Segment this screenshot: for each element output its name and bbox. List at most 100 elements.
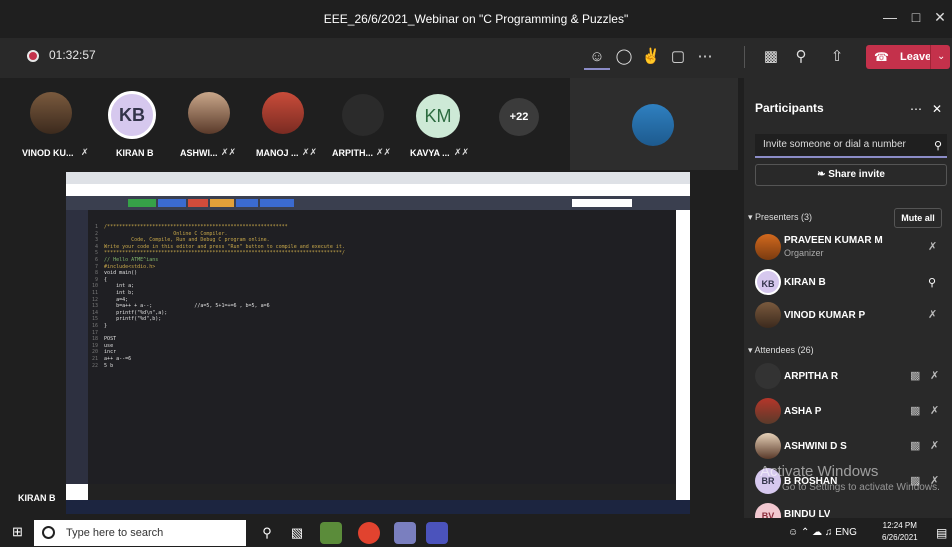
- shared-taskbar: [66, 500, 690, 514]
- app-icon[interactable]: [394, 522, 416, 544]
- avatar: KB: [755, 269, 781, 295]
- participant-name[interactable]: KIRAN B: [784, 277, 826, 288]
- section-header: Presenters (3): [755, 212, 813, 222]
- mic-icon[interactable]: ⚲: [256, 522, 278, 544]
- mic-off-icon: ✗: [930, 440, 940, 452]
- code-line: 7 #include<stdio.h>: [92, 263, 156, 270]
- avatar[interactable]: [262, 92, 304, 134]
- avatar[interactable]: KB: [108, 91, 156, 139]
- code-line: 14 printf("%d\n",a);: [92, 309, 168, 316]
- participant-name: KAVYA ...: [410, 148, 450, 158]
- notification-icon[interactable]: ▤: [936, 526, 947, 540]
- panel-title: Participants: [755, 101, 824, 115]
- reactions-icon[interactable]: ✌: [638, 44, 664, 70]
- teams-icon[interactable]: [426, 522, 448, 544]
- code-line: 9 {: [92, 276, 108, 283]
- minimize-icon[interactable]: —: [880, 9, 900, 25]
- code-line: 21 a++ a--=6: [92, 356, 132, 362]
- avatar[interactable]: [342, 94, 384, 136]
- attendees-section-toggle[interactable]: ▾ Attendees (26): [748, 345, 814, 356]
- code-line: 22 5 b: [92, 362, 114, 369]
- avatar[interactable]: [188, 92, 230, 134]
- recording-icon: [27, 50, 39, 62]
- participant-name[interactable]: ASHA P: [784, 406, 821, 417]
- code-line: 17: [92, 329, 105, 336]
- section-header: Attendees (26): [754, 345, 814, 355]
- participant-name[interactable]: BINDU LV: [784, 509, 830, 518]
- code-line: 10 int a;: [92, 283, 135, 290]
- run-button: [128, 199, 156, 207]
- tray-icons[interactable]: ⌃ ☁ ♫: [801, 527, 835, 538]
- phone-hangup-icon: ☎: [874, 50, 889, 64]
- spreadsheet-app-icon[interactable]: [320, 522, 342, 544]
- code-line: 1 /*************************************…: [92, 224, 288, 230]
- mic-on-icon: ⚲: [928, 277, 937, 289]
- taskbar-search-input[interactable]: Type here to search: [34, 520, 246, 546]
- presenters-section-toggle[interactable]: ▾ Presenters (3): [748, 212, 812, 223]
- mic-off-icon: ✗✗: [302, 147, 318, 157]
- maximize-icon[interactable]: □: [906, 9, 926, 25]
- code-line: 11 int b;: [92, 290, 135, 296]
- participant-name[interactable]: ASHWINI D S: [784, 441, 847, 452]
- clock-time: 12:24 PM: [882, 521, 917, 530]
- overflow-participants-button[interactable]: +22: [499, 98, 539, 136]
- code-line: 13 b=a++ + a--; //a=5, 5+1=+=6 , b=5, a=…: [92, 303, 270, 310]
- participant-name[interactable]: ARPITHA R: [784, 371, 838, 382]
- system-tray: ☺ ⌃ ☁ ♫ ENG: [788, 520, 857, 546]
- code-line: 12 a=4;: [92, 296, 129, 303]
- avatar: [632, 104, 674, 146]
- window-title: EEE_26/6/2021_Webinar on "C Programming …: [323, 12, 629, 26]
- avatar: [755, 302, 781, 328]
- mic-off-icon: ✗: [930, 405, 940, 417]
- code-line: 18 POST: [92, 336, 117, 343]
- task-view-icon[interactable]: ▧: [286, 522, 308, 544]
- participant-name: ARPITH...: [332, 148, 374, 158]
- save-button: [236, 199, 258, 207]
- more-actions-icon[interactable]: ⋯: [692, 44, 718, 70]
- close-panel-icon[interactable]: ✕: [932, 102, 942, 116]
- chrome-icon[interactable]: [358, 522, 380, 544]
- share-tray-icon[interactable]: ⇧: [824, 44, 850, 70]
- participant-name: MANOJ ...: [256, 148, 299, 158]
- avatar[interactable]: [30, 92, 72, 134]
- participants-icon[interactable]: ☺: [584, 44, 610, 70]
- windows-start-icon[interactable]: ⊞: [12, 524, 23, 540]
- watermark-subtitle: Go to Settings to activate Windows.: [782, 482, 940, 493]
- participant-name: ASHWI...: [180, 148, 218, 158]
- share-code-button: [210, 199, 234, 207]
- avatar: [755, 433, 781, 459]
- people-icon[interactable]: ☺: [788, 527, 801, 538]
- mic-off-icon[interactable]: ⚲: [788, 44, 814, 70]
- participant-role: Organizer: [784, 248, 824, 258]
- more-options-icon[interactable]: ⋯: [910, 102, 922, 116]
- language-select: [572, 199, 632, 207]
- mute-all-button[interactable]: Mute all: [894, 208, 942, 228]
- invite-input[interactable]: Invite someone or dial a number: [755, 134, 947, 158]
- share-invite-button[interactable]: ❧ Share invite: [755, 164, 947, 186]
- participant-name[interactable]: PRAVEEN KUMAR M: [784, 235, 883, 246]
- participant-name[interactable]: VINOD KUMAR P: [784, 310, 865, 321]
- mic-off-icon: ✗: [928, 309, 938, 321]
- rooms-icon[interactable]: ▢: [665, 44, 691, 70]
- chevron-down-icon: ▾: [748, 212, 756, 222]
- mic-off-icon: ✗: [928, 241, 938, 253]
- debug-button: [158, 199, 186, 207]
- avatar[interactable]: KM: [416, 94, 460, 138]
- code-line: 15 printf("%d",b);: [92, 316, 162, 323]
- code-line: 2 Online C Compiler.: [92, 230, 228, 237]
- camera-off-icon[interactable]: ▩: [758, 44, 784, 70]
- chevron-down-icon[interactable]: ⌄: [930, 45, 945, 69]
- language-indicator[interactable]: ENG: [835, 527, 857, 538]
- camera-off-icon: ▩: [910, 440, 921, 452]
- watermark-title: Activate Windows: [760, 463, 879, 480]
- search-icon[interactable]: ⚲: [934, 139, 942, 152]
- code-line: 16 }: [92, 323, 108, 329]
- clock[interactable]: 12:24 PM 6/26/2021: [882, 520, 918, 544]
- stop-button: [188, 199, 208, 207]
- chat-icon[interactable]: ◯: [611, 44, 637, 70]
- close-icon[interactable]: ✕: [930, 9, 950, 26]
- code-editor: 1 /*************************************…: [88, 210, 676, 484]
- code-line: 3 Code, Compile, Run and Debug C program…: [92, 237, 270, 244]
- participant-name: KIRAN B: [116, 148, 154, 158]
- mic-off-icon: ✗✗: [376, 147, 392, 157]
